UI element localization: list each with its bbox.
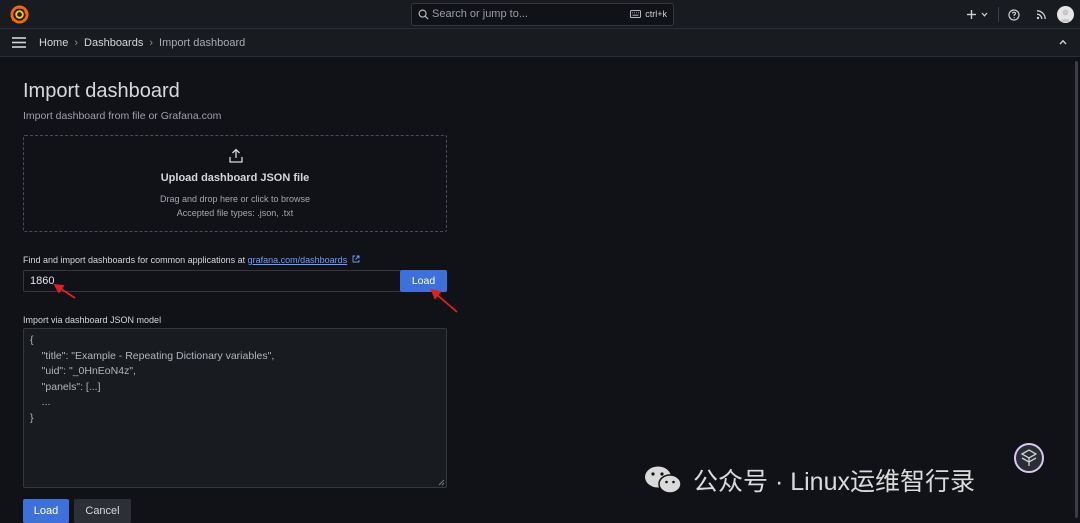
upload-hint: Drag and drop here or click to browse [159, 194, 311, 204]
plus-icon [967, 10, 976, 19]
annotation-arrow [430, 288, 458, 313]
json-line: "uid": "_0HnEoN4z", [30, 365, 136, 377]
topbar-divider [998, 7, 999, 22]
menu-icon[interactable] [12, 37, 26, 48]
topbar-actions [966, 5, 1074, 24]
breadcrumb-separator: › [74, 37, 79, 49]
load-button[interactable]: Load [23, 499, 69, 523]
watermark-text: 公众号 · Linux运维智行录 [693, 468, 975, 496]
json-model-label: Import via dashboard JSON model [23, 315, 162, 325]
resize-handle-icon[interactable] [438, 479, 445, 486]
grafana-logo-icon[interactable] [10, 5, 29, 24]
wechat-icon [645, 466, 682, 494]
grafana-com-link[interactable]: grafana.com/dashboards [248, 255, 348, 265]
help-button[interactable] [1008, 5, 1020, 24]
upload-dropzone[interactable]: Upload dashboard JSON file Drag and drop… [23, 135, 447, 232]
breadcrumb-separator: › [149, 37, 154, 49]
breadcrumb-dashboards[interactable]: Dashboards [84, 37, 143, 49]
page-title: Import dashboard [23, 80, 180, 102]
brand-badge-icon [1020, 449, 1038, 466]
external-link-icon [352, 255, 360, 263]
avatar[interactable] [1057, 6, 1074, 23]
news-button[interactable] [1036, 5, 1047, 24]
help-icon [1008, 8, 1020, 21]
scrollbar[interactable] [1075, 61, 1078, 518]
breadcrumb: Home › Dashboards › Import dashboard [39, 37, 245, 49]
dashboard-id-input[interactable]: 1860 [23, 270, 401, 292]
json-line: "title": "Example - Repeating Dictionary… [30, 349, 275, 362]
json-model-textarea[interactable]: { "title": "Example - Repeating Dictiona… [23, 328, 447, 488]
search-placeholder: Search or jump to... [432, 8, 528, 20]
news-rss-icon [1036, 10, 1046, 20]
shortcut-text: ctrl+k [645, 9, 667, 19]
upload-filetypes: Accepted file types: .json, .txt [176, 208, 294, 218]
json-line: ... [30, 396, 51, 408]
breadcrumb-current: Import dashboard [159, 37, 246, 49]
chevron-down-icon [981, 12, 988, 17]
shortcut-hint: ctrl+k [630, 9, 667, 19]
watermark-badge [1014, 443, 1044, 473]
page-subtitle: Import dashboard from file or Grafana.co… [23, 110, 222, 122]
grafana-com-load-button[interactable]: Load [400, 270, 447, 292]
upload-title: Upload dashboard JSON file [160, 172, 310, 184]
grafana-com-label: Find and import dashboards for common ap… [23, 255, 360, 265]
watermark: 公众号 · Linux运维智行录 [643, 462, 975, 498]
new-menu-button[interactable] [966, 5, 989, 24]
breadcrumb-home[interactable]: Home [39, 37, 68, 49]
search-input[interactable]: Search or jump to... ctrl+k [411, 3, 674, 26]
keyboard-icon [630, 10, 642, 18]
user-avatar-icon [1059, 9, 1072, 22]
cancel-button[interactable]: Cancel [74, 499, 131, 523]
top-navbar: Search or jump to... ctrl+k [0, 0, 1080, 29]
json-line: { [30, 334, 34, 346]
chevron-up-icon[interactable] [1058, 38, 1068, 46]
upload-icon [229, 148, 243, 163]
json-line: "panels": [...] [30, 380, 101, 393]
breadcrumb-bar: Home › Dashboards › Import dashboard [0, 29, 1080, 57]
json-line: } [30, 411, 34, 424]
search-icon [418, 9, 429, 20]
grafana-com-label-text: Find and import dashboards for common ap… [23, 255, 248, 265]
